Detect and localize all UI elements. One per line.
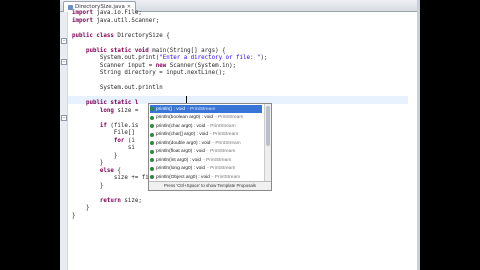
popup-scrollbar[interactable]: [264, 104, 271, 181]
content-assist-popup[interactable]: println() : void - PrintStream println(bo…: [148, 103, 272, 191]
content-assist-item[interactable]: println(Object arg0) : void - PrintStrea…: [150, 173, 240, 181]
code-token: si: [72, 145, 135, 151]
declaring-type: - PrintStream: [210, 132, 239, 137]
string-token: "Enter a directory or file: ": [159, 55, 261, 61]
code-token: }: [72, 182, 104, 189]
public-method-icon: [150, 175, 154, 179]
public-method-icon: [150, 107, 154, 111]
code-token: }: [72, 205, 90, 211]
content-assist-item[interactable]: println(char arg0) : void - PrintStream: [150, 122, 236, 130]
declaring-type: - PrintStream: [203, 157, 232, 163]
public-method-icon: [150, 141, 154, 145]
code-line[interactable]: System.out.println: [72, 85, 163, 93]
public-method-icon: [150, 158, 154, 162]
keyword-token: new: [155, 62, 167, 69]
keyword-token: if: [99, 122, 107, 129]
fold-marker-icon[interactable]: −: [61, 38, 67, 44]
public-method-icon: [150, 115, 154, 120]
keyword-token: public class: [72, 32, 114, 39]
declaring-type: - PrintStream: [207, 166, 236, 171]
method-signature: println() : void: [156, 106, 186, 112]
content-assist-item[interactable]: println(int arg0) : void - PrintStream: [150, 156, 231, 164]
code-token: size;: [120, 197, 142, 204]
public-method-icon: [150, 166, 154, 171]
content-assist-item[interactable]: println(char[] arg0) : void - PrintStrea…: [150, 131, 238, 139]
code-token: Scanner input =: [72, 62, 156, 69]
declaring-type: - PrintStream: [211, 174, 241, 180]
code-token: File[]: [72, 130, 135, 136]
content-assist-item[interactable]: println(long arg0) : void - PrintStream: [150, 165, 235, 173]
method-signature: println(char[] arg0) : void: [156, 132, 208, 137]
method-signature: println(Object arg0) : void: [156, 174, 210, 180]
code-token: java.io.File;: [92, 10, 142, 16]
keyword-token: return: [99, 197, 121, 204]
text-caret: [186, 96, 187, 103]
code-token: System.out.print(: [72, 55, 160, 61]
code-token: DirectorySize {: [113, 32, 170, 39]
method-signature: println(double arg0) : void: [156, 140, 211, 146]
code-line[interactable]: }: [72, 182, 104, 191]
code-token: java.util.Scanner;: [92, 17, 160, 24]
fold-marker-icon[interactable]: −: [61, 59, 67, 65]
popup-scrollbar-thumb[interactable]: [266, 106, 270, 146]
code-line[interactable]: long size =: [72, 108, 138, 116]
code-token: {: [113, 167, 121, 174]
declaring-type: - PrintStream: [187, 106, 216, 112]
method-signature: println(boolean arg0) : void: [156, 115, 214, 120]
content-assist-item[interactable]: println(double arg0) : void - PrintStrea…: [150, 139, 241, 147]
editor-vertical-scrollbar[interactable]: [417, 0, 420, 270]
keyword-token: import: [72, 17, 93, 24]
content-assist-hint: Press 'Ctrl+Space' to show Template Prop…: [149, 181, 271, 190]
code-line[interactable]: }: [72, 213, 76, 221]
declaring-type: - PrintStream: [215, 115, 244, 120]
keyword-token: public static l: [85, 100, 139, 106]
content-assist-item[interactable]: println(boolean arg0) : void - PrintStre…: [150, 114, 243, 122]
code-token: );: [260, 55, 268, 61]
code-line[interactable]: String directory = input.nextLine();: [72, 70, 226, 78]
public-method-icon: [150, 124, 154, 128]
java-file-icon: [68, 4, 73, 10]
code-token: main(String[] args) {: [148, 47, 226, 54]
keyword-token: for: [113, 137, 125, 144]
method-signature: println(int arg0) : void: [156, 157, 202, 163]
code-line[interactable]: import java.util.Scanner;: [72, 18, 159, 26]
keyword-token: import: [72, 10, 93, 16]
code-line[interactable]: public class DirectorySize {: [72, 33, 170, 41]
content-assist-item[interactable]: println() : void - PrintStream: [150, 105, 262, 113]
method-signature: println(float arg0) : void: [156, 149, 206, 154]
keyword-token: long: [99, 107, 114, 114]
method-signature: println(long arg0) : void: [156, 166, 206, 171]
declaring-type: - PrintStream: [212, 140, 241, 146]
code-token: String directory = input.nextLine();: [72, 70, 226, 76]
code-token: }: [72, 212, 76, 219]
editor-gutter: − − −: [60, 12, 68, 270]
code-token: size =: [113, 107, 139, 114]
keyword-token: public static void: [85, 47, 149, 54]
code-token: (file.is: [106, 122, 139, 129]
method-signature: println(char arg0) : void: [156, 123, 206, 129]
code-token: }: [72, 152, 118, 159]
code-token: Scanner(System.in);: [166, 62, 237, 69]
declaring-type: - PrintStream: [207, 123, 236, 129]
declaring-type: - PrintStream: [207, 149, 236, 154]
keyword-token: else: [99, 167, 114, 174]
code-token: System.out.println: [72, 85, 163, 91]
public-method-icon: [150, 149, 154, 154]
public-method-icon: [150, 132, 154, 137]
code-token: }: [72, 160, 104, 166]
content-assist-item[interactable]: println(float arg0) : void - PrintStream: [150, 148, 235, 156]
fold-marker-icon[interactable]: −: [61, 115, 67, 121]
code-token: (i: [124, 137, 135, 144]
